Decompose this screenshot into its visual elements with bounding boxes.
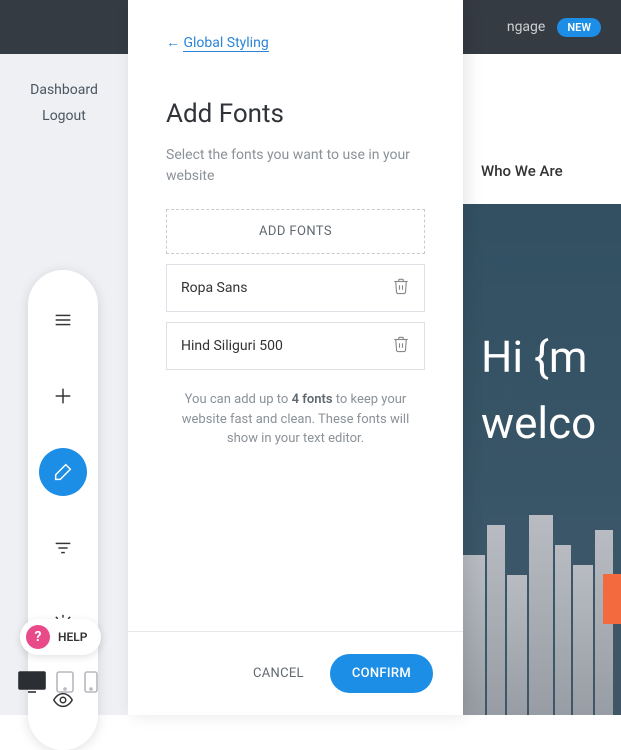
add-fonts-button[interactable]: ADD FONTS — [166, 209, 425, 254]
delete-font-1[interactable] — [392, 335, 410, 357]
menu-tool[interactable] — [39, 296, 87, 344]
preview-nav: Who We Are — [463, 54, 621, 204]
back-link-label: Global Styling — [183, 35, 268, 52]
device-switcher — [18, 671, 98, 697]
desktop-device[interactable] — [18, 671, 46, 697]
font-item-0: Ropa Sans — [166, 264, 425, 312]
help-button[interactable]: ? HELP — [20, 619, 101, 655]
panel-footer: CANCEL CONFIRM — [128, 631, 463, 715]
skyline-image — [463, 495, 621, 715]
filter-icon — [52, 537, 74, 559]
hero-line-2: welco — [481, 390, 596, 456]
panel-title: Add Fonts — [166, 99, 425, 129]
left-sidebar: Dashboard Logout ? HELP — [0, 54, 128, 715]
tablet-icon — [56, 671, 74, 693]
help-icon: ? — [26, 625, 50, 649]
topbar-engage-text: ngage — [507, 19, 546, 35]
back-to-global-styling[interactable]: ← Global Styling — [166, 34, 425, 51]
plus-icon — [52, 385, 74, 407]
logout-link[interactable]: Logout — [42, 108, 86, 124]
panel-subtitle: Select the fonts you want to use in your… — [166, 145, 425, 187]
trash-icon — [392, 277, 410, 295]
dashboard-link[interactable]: Dashboard — [30, 82, 98, 98]
hero-line-1: Hi {m — [481, 324, 596, 390]
back-arrow-icon: ← — [166, 35, 180, 51]
design-tool[interactable] — [39, 448, 87, 496]
add-fonts-panel: ← Global Styling Add Fonts Select the fo… — [128, 0, 463, 715]
new-badge: NEW — [557, 18, 601, 37]
tablet-device[interactable] — [56, 671, 74, 697]
hero-text: Hi {m welco — [481, 324, 596, 456]
trash-icon — [392, 335, 410, 353]
hero-cta-edge[interactable] — [603, 574, 621, 624]
brush-icon — [52, 461, 74, 483]
help-label: HELP — [58, 630, 87, 644]
site-preview: Who We Are Hi {m welco — [463, 54, 621, 715]
add-tool[interactable] — [39, 372, 87, 420]
font-name-0: Ropa Sans — [181, 280, 247, 296]
filter-tool[interactable] — [39, 524, 87, 572]
delete-font-0[interactable] — [392, 277, 410, 299]
hamburger-icon — [52, 309, 74, 331]
font-item-1: Hind Siliguri 500 — [166, 322, 425, 370]
desktop-icon — [18, 671, 46, 693]
hero-section: Hi {m welco — [463, 204, 621, 715]
font-limit-hint: You can add up to 4 fonts to keep your w… — [166, 390, 425, 449]
cancel-button[interactable]: CANCEL — [253, 666, 304, 681]
font-name-1: Hind Siliguri 500 — [181, 338, 283, 354]
nav-who-we-are[interactable]: Who We Are — [481, 162, 563, 180]
mobile-device[interactable] — [84, 671, 98, 697]
confirm-button[interactable]: CONFIRM — [330, 654, 433, 693]
mobile-icon — [84, 671, 98, 693]
